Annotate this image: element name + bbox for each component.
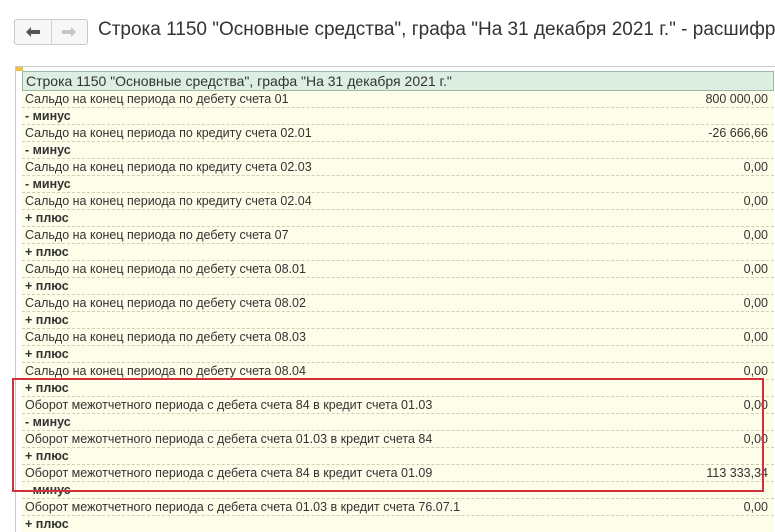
report-row[interactable]: Сальдо на конец периода по кредиту счета… (22, 125, 774, 142)
report-row[interactable]: Сальдо на конец периода по дебету счета … (22, 363, 774, 380)
row-description: Сальдо на конец периода по кредиту счета… (25, 194, 312, 208)
operator-row[interactable]: + плюс (22, 210, 774, 227)
operator-row[interactable]: - минус (22, 176, 774, 193)
report-header: Строка 1150 "Основные средства", графа "… (22, 71, 774, 91)
arrow-right-icon (62, 27, 77, 37)
row-value: 113 333,34 (706, 466, 768, 480)
report-row[interactable]: Сальдо на конец периода по дебету счета … (22, 261, 774, 278)
row-description: Сальдо на конец периода по кредиту счета… (25, 160, 312, 174)
operator-label: - минус (25, 143, 71, 157)
forward-button[interactable] (50, 20, 88, 44)
operator-label: + плюс (25, 347, 69, 361)
report-table: Строка 1150 "Основные средства", графа "… (22, 71, 774, 532)
row-value: -26 666,66 (708, 126, 768, 140)
arrow-left-icon (25, 27, 40, 37)
row-value: 0,00 (743, 296, 768, 310)
operator-row[interactable]: + плюс (22, 278, 774, 295)
operator-label: + плюс (25, 449, 69, 463)
report-rows: Сальдо на конец периода по дебету счета … (22, 91, 774, 532)
operator-label: + плюс (25, 279, 69, 293)
row-description: Сальдо на конец периода по дебету счета … (25, 228, 289, 242)
operator-label: - минус (25, 415, 71, 429)
row-value: 0,00 (743, 398, 768, 412)
report-row[interactable]: Оборот межотчетного периода с дебета сче… (22, 465, 774, 482)
operator-row[interactable]: - минус (22, 482, 774, 499)
operator-label: + плюс (25, 245, 69, 259)
row-description: Сальдо на конец периода по дебету счета … (25, 262, 306, 276)
row-value: 0,00 (743, 500, 768, 514)
row-value: 0,00 (743, 432, 768, 446)
operator-row[interactable]: - минус (22, 142, 774, 159)
report-row[interactable]: Сальдо на конец периода по дебету счета … (22, 91, 774, 108)
operator-row[interactable]: + плюс (22, 380, 774, 397)
operator-row[interactable]: - минус (22, 414, 774, 431)
back-button[interactable] (15, 20, 51, 44)
row-value: 0,00 (743, 364, 768, 378)
operator-label: + плюс (25, 211, 69, 225)
row-description: Оборот межотчетного периода с дебета сче… (25, 500, 461, 514)
operator-row[interactable]: + плюс (22, 346, 774, 363)
row-description: Сальдо на конец периода по дебету счета … (25, 92, 289, 106)
operator-label: + плюс (25, 517, 69, 531)
row-value: 0,00 (743, 194, 768, 208)
operator-label: + плюс (25, 313, 69, 327)
operator-row[interactable]: - минус (22, 108, 774, 125)
report-row[interactable]: Сальдо на конец периода по дебету счета … (22, 227, 774, 244)
operator-row[interactable]: + плюс (22, 312, 774, 329)
report-sheet[interactable]: Строка 1150 "Основные средства", графа "… (15, 66, 775, 532)
report-row[interactable]: Сальдо на конец периода по дебету счета … (22, 329, 774, 346)
report-row[interactable]: Оборот межотчетного периода с дебета сче… (22, 499, 774, 516)
report-row[interactable]: Сальдо на конец периода по кредиту счета… (22, 193, 774, 210)
operator-row[interactable]: + плюс (22, 448, 774, 465)
report-row[interactable]: Оборот межотчетного периода с дебета сче… (22, 397, 774, 414)
operator-row[interactable]: + плюс (22, 244, 774, 261)
row-description: Оборот межотчетного периода с дебета сче… (25, 398, 433, 412)
row-description: Оборот межотчетного периода с дебета сче… (25, 432, 433, 446)
title-bar: Строка 1150 "Основные средства", графа "… (0, 0, 775, 60)
row-description: Сальдо на конец периода по дебету счета … (25, 364, 306, 378)
operator-label: - минус (25, 483, 71, 497)
row-value: 0,00 (743, 228, 768, 242)
window-title: Строка 1150 "Основные средства", графа "… (98, 19, 775, 40)
row-description: Сальдо на конец периода по дебету счета … (25, 296, 306, 310)
row-description: Сальдо на конец периода по дебету счета … (25, 330, 306, 344)
report-row[interactable]: Оборот межотчетного периода с дебета сче… (22, 431, 774, 448)
row-value: 0,00 (743, 262, 768, 276)
navigation-group (14, 19, 88, 45)
row-value: 800 000,00 (705, 92, 768, 106)
report-row[interactable]: Сальдо на конец периода по кредиту счета… (22, 159, 774, 176)
operator-label: - минус (25, 177, 71, 191)
report-row[interactable]: Сальдо на конец периода по дебету счета … (22, 295, 774, 312)
operator-label: + плюс (25, 381, 69, 395)
row-description: Оборот межотчетного периода с дебета сче… (25, 466, 433, 480)
row-value: 0,00 (743, 330, 768, 344)
row-description: Сальдо на конец периода по кредиту счета… (25, 126, 312, 140)
row-value: 0,00 (743, 160, 768, 174)
operator-row[interactable]: + плюс (22, 516, 774, 532)
operator-label: - минус (25, 109, 71, 123)
